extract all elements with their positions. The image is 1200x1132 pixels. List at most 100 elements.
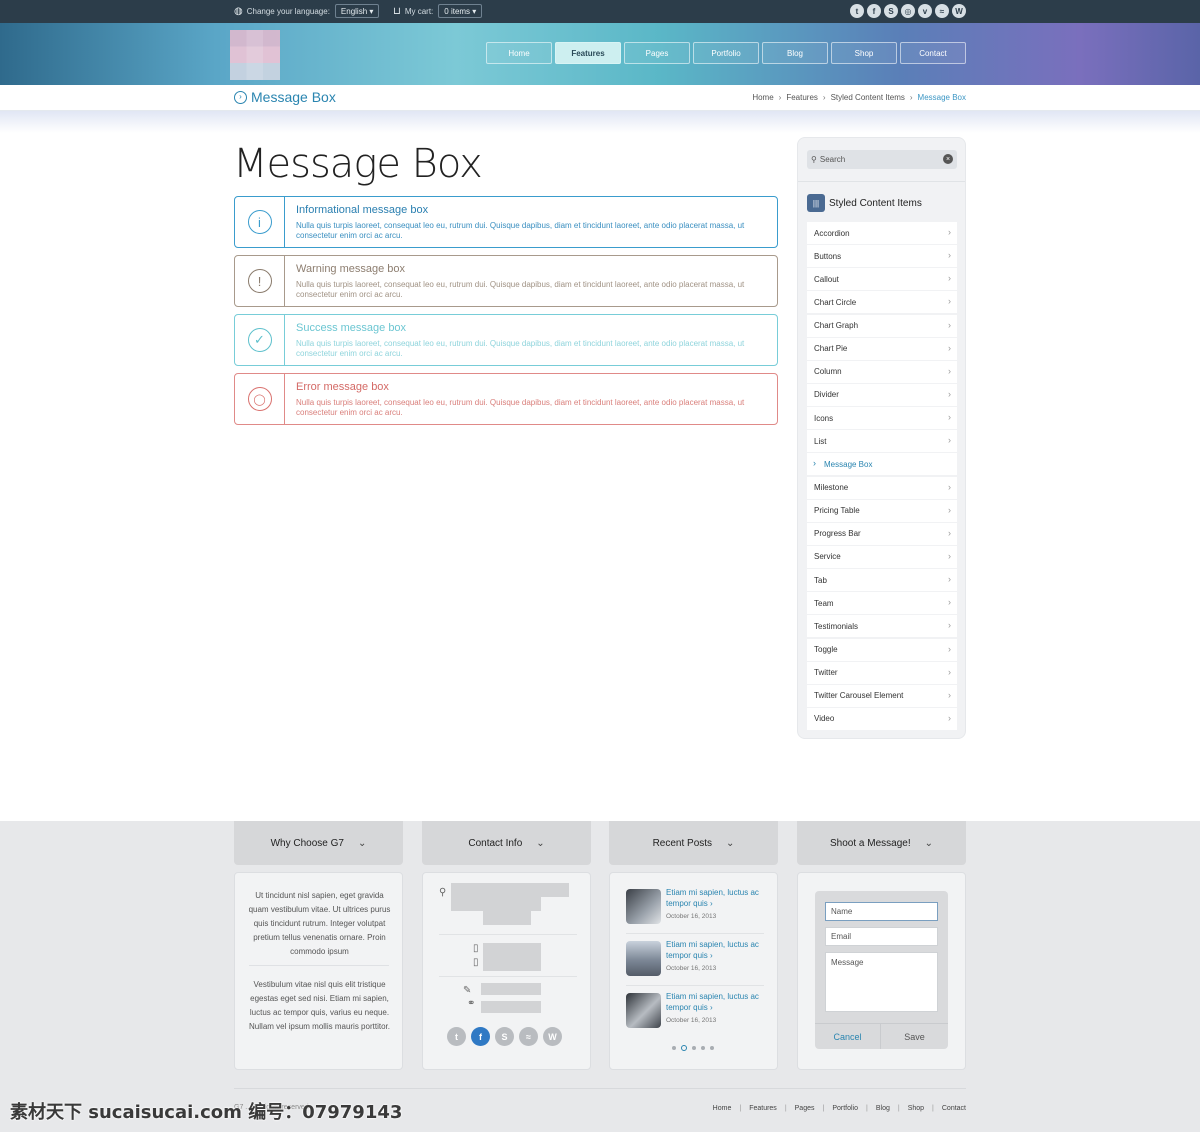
sidebar-item-chart-circle[interactable]: Chart Circle › <box>807 291 957 314</box>
list-item[interactable]: Etiam mi sapien, luctus ac tempor quis ›… <box>626 939 766 979</box>
list-item[interactable]: Etiam mi sapien, luctus ac tempor quis ›… <box>626 991 766 1031</box>
post-title[interactable]: Etiam mi sapien, luctus ac tempor quis › <box>666 939 761 961</box>
message-title: Warning message box <box>296 263 406 275</box>
message-text: Nulla quis turpis laoreet, consequat leo… <box>296 339 745 358</box>
bottom-nav-pages[interactable]: Pages <box>795 1105 815 1112</box>
message-text: Nulla quis turpis laoreet, consequat leo… <box>296 221 745 240</box>
email-field[interactable]: Email <box>825 927 938 946</box>
site-logo[interactable] <box>230 30 280 80</box>
sidebar-item-toggle[interactable]: Toggle › <box>807 638 957 661</box>
sidebar-item-icons[interactable]: Icons › <box>807 407 957 430</box>
website-value <box>481 1001 541 1013</box>
chevron-right-icon: › <box>948 481 951 492</box>
sidebar-item-buttons[interactable]: Buttons › <box>807 245 957 268</box>
chevron-right-icon: › <box>948 388 951 399</box>
sidebar-item-callout[interactable]: Callout › <box>807 268 957 291</box>
chevron-right-icon: › <box>948 527 951 538</box>
sidebar-item-chart-pie[interactable]: Chart Pie › <box>807 337 957 360</box>
sidebar-item-tab[interactable]: Tab › <box>807 569 957 592</box>
skype-icon[interactable]: S <box>495 1027 514 1046</box>
sidebar-item-progress-bar[interactable]: Progress Bar › <box>807 522 957 545</box>
twitter-icon[interactable]: t <box>850 4 864 18</box>
clear-search-icon[interactable]: × <box>943 154 953 164</box>
chevron-right-icon: › <box>948 250 951 261</box>
facebook-icon[interactable]: f <box>471 1027 490 1046</box>
rss-icon[interactable]: ≈ <box>935 4 949 18</box>
footer-tab-message[interactable]: Shoot a Message! ⌄ <box>797 821 966 865</box>
sidebar-item-column[interactable]: Column › <box>807 360 957 383</box>
breadcrumb-features[interactable]: Features <box>786 93 818 102</box>
carousel-dot[interactable] <box>681 1045 687 1051</box>
bottom-nav-home[interactable]: Home <box>713 1105 732 1112</box>
sidebar-item-team[interactable]: Team › <box>807 592 957 615</box>
recent-posts-card: Etiam mi sapien, luctus ac tempor quis ›… <box>609 872 778 1070</box>
sidebar-item-twitter[interactable]: Twitter › <box>807 661 957 684</box>
footer-tab-contact[interactable]: Contact Info ⌄ <box>422 821 591 865</box>
chevron-circle-icon: › <box>234 90 247 104</box>
phone-value <box>483 943 541 957</box>
skype-icon[interactable]: S <box>884 4 898 18</box>
nav-pages[interactable]: Pages <box>624 42 690 64</box>
post-title[interactable]: Etiam mi sapien, luctus ac tempor quis › <box>666 991 761 1013</box>
carousel-dot[interactable] <box>672 1046 676 1050</box>
nav-shop[interactable]: Shop <box>831 42 897 64</box>
language-dropdown[interactable]: English ▾ <box>334 4 380 18</box>
carousel-dot[interactable] <box>701 1046 705 1050</box>
search-input[interactable]: ⚲ Search × <box>807 150 957 169</box>
name-field[interactable]: Name <box>825 902 938 921</box>
nav-portfolio[interactable]: Portfolio <box>693 42 759 64</box>
breadcrumb-styled-content[interactable]: Styled Content Items <box>831 93 905 102</box>
bottom-nav-contact[interactable]: Contact <box>942 1105 966 1112</box>
bottom-nav-features[interactable]: Features <box>749 1105 777 1112</box>
sidebar-item-message-box[interactable]: › Message Box <box>807 453 957 476</box>
nav-blog[interactable]: Blog <box>762 42 828 64</box>
cart-dropdown[interactable]: 0 items ▾ <box>438 4 483 18</box>
sidebar-item-chart-graph[interactable]: Chart Graph › <box>807 314 957 337</box>
address-line <box>451 897 541 911</box>
rss-icon[interactable]: ≈ <box>519 1027 538 1046</box>
nav-contact[interactable]: Contact <box>900 42 966 64</box>
nav-home[interactable]: Home <box>486 42 552 64</box>
facebook-icon[interactable]: f <box>867 4 881 18</box>
wordpress-icon[interactable]: W <box>952 4 966 18</box>
chevron-right-icon: › <box>948 689 951 700</box>
email-value <box>481 983 541 995</box>
post-thumbnail <box>626 993 661 1028</box>
dribbble-icon[interactable]: ◎ <box>901 4 915 18</box>
sidebar: ⚲ Search × ||| Styled Content Items Acco… <box>797 137 966 739</box>
info-icon: i <box>247 210 272 234</box>
nav-features[interactable]: Features <box>555 42 621 64</box>
message-field[interactable]: Message <box>825 952 938 1012</box>
sidebar-item-pricing-table[interactable]: Pricing Table › <box>807 499 957 522</box>
sidebar-item-milestone[interactable]: Milestone › <box>807 476 957 499</box>
address-line <box>451 883 569 897</box>
bottom-nav-shop[interactable]: Shop <box>908 1105 924 1112</box>
list-item[interactable]: Etiam mi sapien, luctus ac tempor quis ›… <box>626 887 766 927</box>
top-social-icons: t f S ◎ v ≈ W <box>850 4 966 18</box>
footer-tab-why[interactable]: Why Choose G7 ⌄ <box>234 821 403 865</box>
bottom-nav-portfolio[interactable]: Portfolio <box>832 1105 858 1112</box>
breadcrumb-home[interactable]: Home <box>752 93 773 102</box>
sidebar-item-twitter-carousel[interactable]: Twitter Carousel Element › <box>807 684 957 707</box>
chevron-right-icon: › <box>948 435 951 446</box>
wordpress-icon[interactable]: W <box>543 1027 562 1046</box>
sidebar-item-service[interactable]: Service › <box>807 545 957 568</box>
post-title[interactable]: Etiam mi sapien, luctus ac tempor quis › <box>666 887 761 909</box>
message-text: Nulla quis turpis laoreet, consequat leo… <box>296 280 745 299</box>
carousel-dot[interactable] <box>710 1046 714 1050</box>
footer-tab-posts[interactable]: Recent Posts ⌄ <box>609 821 778 865</box>
sidebar-item-testimonials[interactable]: Testimonials › <box>807 615 957 638</box>
basket-icon: ⊔ <box>393 5 401 17</box>
save-button[interactable]: Save <box>881 1023 948 1049</box>
sidebar-item-accordion[interactable]: Accordion › <box>807 222 957 244</box>
sidebar-item-list[interactable]: List › <box>807 430 957 453</box>
vimeo-icon[interactable]: v <box>918 4 932 18</box>
chevron-right-icon: › <box>948 319 951 330</box>
twitter-icon[interactable]: t <box>447 1027 466 1046</box>
bottom-nav-blog[interactable]: Blog <box>876 1105 890 1112</box>
sidebar-item-video[interactable]: Video › <box>807 707 957 730</box>
cancel-button[interactable]: Cancel <box>815 1023 881 1049</box>
carousel-dot[interactable] <box>692 1046 696 1050</box>
mobile-value <box>483 957 541 971</box>
sidebar-item-divider[interactable]: Divider › <box>807 383 957 406</box>
